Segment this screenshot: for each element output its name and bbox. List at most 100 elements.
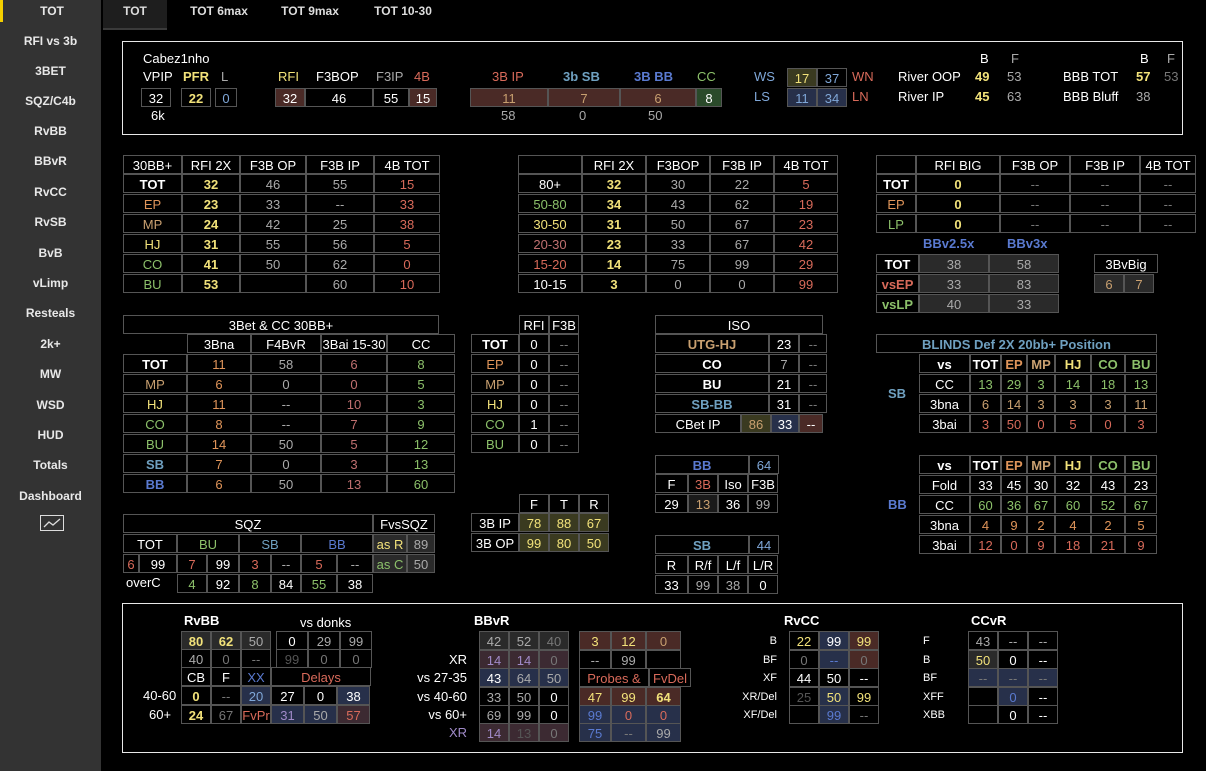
sidebar-item-totals[interactable]: Totals <box>0 454 101 476</box>
table-header: L/R <box>748 555 778 574</box>
stat-label: F <box>1167 51 1175 66</box>
stat-label: WN <box>852 69 874 84</box>
table-cell: 36 <box>718 494 748 513</box>
table-cell: BU <box>655 374 769 393</box>
table-cell: 50 <box>579 533 609 552</box>
stat-label: BBv2.5x <box>923 236 975 251</box>
tab-tot-10-30[interactable]: TOT 10-30 <box>363 0 443 30</box>
table-cell: 34 <box>582 194 646 213</box>
table-header: F3B OP <box>1000 155 1070 174</box>
sidebar-item-rvbb[interactable]: RvBB <box>0 120 101 142</box>
stat-label: PFR <box>183 69 209 84</box>
sidebar-item-vlimp[interactable]: vLimp <box>0 272 101 294</box>
stat-cell: 64 <box>646 687 681 706</box>
sidebar-item-rvcc[interactable]: RvCC <box>0 181 101 203</box>
stat-label: 53 <box>1164 69 1179 84</box>
table-cell: 23 <box>769 334 799 353</box>
stat-cell: 0 <box>998 705 1028 724</box>
table-cell: 38 <box>374 214 440 233</box>
table-cell: 43 <box>1091 475 1125 494</box>
stat-cell: 0 <box>340 649 372 668</box>
table-cell: 6 <box>970 394 1001 413</box>
stat-cell: SB <box>655 535 749 554</box>
stat-cell: FvPr <box>241 705 271 724</box>
table-cell: 0 <box>916 214 1000 233</box>
table-cell: 5 <box>387 374 455 393</box>
table-cell: 50-80 <box>518 194 582 213</box>
tab-tot-9max[interactable]: TOT 9max <box>269 0 351 30</box>
stat-label: 53 <box>1007 69 1022 84</box>
table-cell: 5 <box>301 554 337 573</box>
stat-cell: 0 <box>539 705 569 724</box>
table-cell: 38 <box>718 575 748 594</box>
sidebar-item-wsd[interactable]: WSD <box>0 394 101 416</box>
stat-label: vs 27-35 <box>417 670 467 685</box>
table-cell: 3bna <box>919 394 970 413</box>
stat-cell: 99 <box>579 705 611 724</box>
sidebar-item-dashboard[interactable]: Dashboard <box>0 485 101 507</box>
stat-cell: 0 <box>215 88 237 107</box>
stat-cell: 99 <box>849 631 879 650</box>
tab-tot[interactable]: TOT <box>103 0 167 30</box>
table-cell: 12 <box>387 434 455 453</box>
stat-cell: Delays <box>271 667 371 686</box>
table-cell: 13 <box>688 494 718 513</box>
table-cell: 0 <box>1001 535 1027 554</box>
table-cell: -- <box>549 434 579 453</box>
table-cell: 3 <box>321 454 387 473</box>
stat-cell: 25 <box>789 686 819 706</box>
sidebar-item-sqz-c4b[interactable]: SQZ/C4b <box>0 90 101 112</box>
table-cell: 4 <box>1055 515 1091 534</box>
table-cell: vsLP <box>876 294 919 313</box>
table-cell: 0 <box>251 374 321 393</box>
table-cell: 29 <box>655 494 688 513</box>
sidebar-item-rfi-vs-3b[interactable]: RFI vs 3b <box>0 30 101 52</box>
table-header: 3Bna <box>187 334 251 353</box>
stat-label: LS <box>754 89 770 104</box>
sidebar-item-2k-[interactable]: 2k+ <box>0 333 101 355</box>
stat-cell: -- <box>849 668 879 687</box>
table-cell: HJ <box>123 394 187 413</box>
table-cell: 60 <box>1055 495 1091 514</box>
table-cell: 5 <box>774 174 838 193</box>
sidebar-item-rvsb[interactable]: RvSB <box>0 211 101 233</box>
chart-icon[interactable] <box>40 515 64 531</box>
table-cell: 23 <box>582 234 646 253</box>
stat-label: CCvR <box>971 613 1007 628</box>
stat-cell: 52 <box>509 631 539 650</box>
stat-cell: 64 <box>749 455 779 474</box>
sidebar-item-tot[interactable]: TOT <box>0 0 101 22</box>
table-cell: 33 <box>989 294 1059 313</box>
sidebar-item-3bet[interactable]: 3BET <box>0 60 101 82</box>
stat-cell: 14 <box>479 723 509 742</box>
stat-label: F <box>923 635 930 647</box>
sidebar-item-resteals[interactable]: Resteals <box>0 302 101 324</box>
table-cell: -- <box>549 394 579 413</box>
table-cell: -- <box>549 334 579 353</box>
stat-cell: 27 <box>271 686 304 705</box>
table-cell: 0 <box>916 194 1000 213</box>
stat-cell: 50 <box>304 705 337 724</box>
table-cell: -- <box>799 354 827 373</box>
table-cell: MP <box>123 374 187 393</box>
sidebar-item-hud[interactable]: HUD <box>0 424 101 446</box>
stat-cell: 38 <box>337 686 370 705</box>
tab-tot-6max[interactable]: TOT 6max <box>179 0 259 30</box>
table-cell: 60 <box>306 274 374 293</box>
table-cell: LP <box>876 214 916 233</box>
table-cell: 3B OP <box>471 533 519 552</box>
table-header: MP <box>1027 455 1055 474</box>
sidebar-item-mw[interactable]: MW <box>0 363 101 385</box>
stat-cell: 50 <box>539 668 569 687</box>
table-cell: 14 <box>582 254 646 273</box>
stat-cell: 37 <box>817 68 847 87</box>
stat-cell: 43 <box>479 668 509 687</box>
stat-cell: 0 <box>539 723 569 742</box>
stat-cell: -- <box>1028 649 1058 669</box>
sidebar-item-bbvr[interactable]: BBvR <box>0 150 101 172</box>
stat-cell: 0 <box>998 686 1028 706</box>
sidebar-item-bvb[interactable]: BvB <box>0 242 101 264</box>
stat-cell: 99 <box>849 686 879 706</box>
stat-label: BF <box>762 654 777 666</box>
table-cell: -- <box>799 374 827 393</box>
